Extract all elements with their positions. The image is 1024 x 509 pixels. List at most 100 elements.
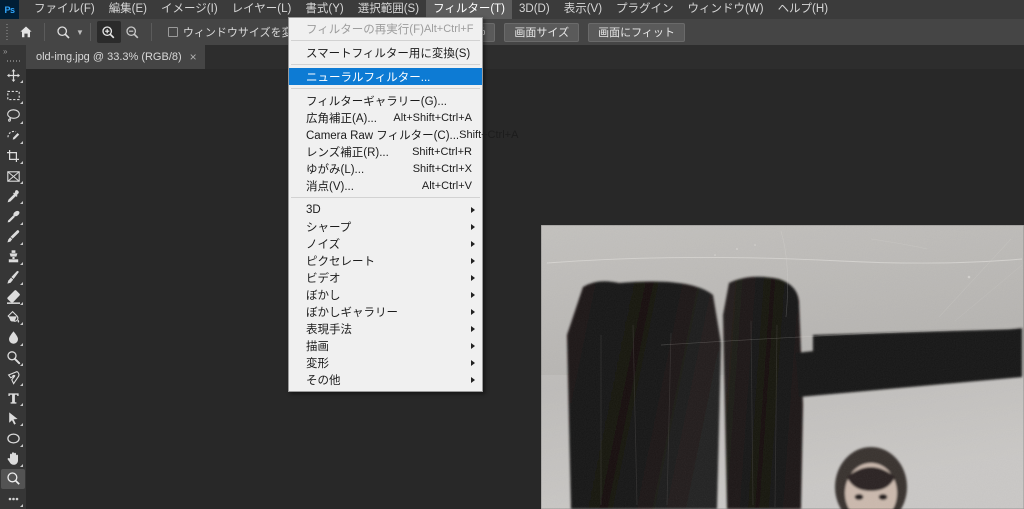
clone-stamp-tool[interactable]: [1, 247, 25, 267]
tool-options-bar: ▼ ウィンドウサイズを変更 全ウィンドウをズーム: [0, 19, 1024, 45]
filter-menu-item-label: 広角補正(A)...: [306, 112, 377, 125]
menu-separator: [291, 64, 480, 65]
filter-menu-item-20[interactable]: 表現手法: [289, 320, 482, 337]
menubar-item-10[interactable]: ウィンドウ(W): [681, 0, 771, 19]
brush-tool[interactable]: [1, 227, 25, 247]
filter-menu-item-4[interactable]: ニューラルフィルター...: [289, 68, 482, 85]
filter-menu-item-label: ニューラルフィルター...: [306, 71, 431, 84]
filter-menu-item-label: フィルターの再実行(F): [306, 23, 424, 36]
type-tool[interactable]: [1, 388, 25, 408]
filter-menu-item-0: フィルターの再実行(F) Alt+Ctrl+F: [289, 20, 482, 37]
eraser-tool[interactable]: [1, 287, 25, 307]
filter-menu-item-shortcut: Alt+Shift+Ctrl+A: [393, 111, 472, 124]
hand-tool[interactable]: [1, 449, 25, 469]
path-selection-tool[interactable]: [1, 408, 25, 428]
checkbox-resize-windows[interactable]: ウィンドウサイズを変更: [167, 24, 304, 40]
filter-menu-item-17[interactable]: ビデオ: [289, 269, 482, 286]
gradient-tool[interactable]: [1, 307, 25, 327]
chevron-right-icon: [471, 325, 475, 332]
close-icon[interactable]: ×: [190, 51, 197, 63]
document-tab[interactable]: old-img.jpg @ 33.3% (RGB/8) ×: [26, 45, 206, 69]
marquee-tool[interactable]: [1, 85, 25, 105]
zoom-in-icon[interactable]: [96, 21, 121, 43]
menubar-item-9[interactable]: プラグイン: [609, 0, 681, 19]
pen-tool[interactable]: [1, 368, 25, 388]
chevron-right-icon: [471, 359, 475, 366]
zoom-tool-icon[interactable]: [51, 21, 75, 43]
filter-menu-item-7[interactable]: 広角補正(A)... Alt+Shift+Ctrl+A: [289, 109, 482, 126]
filter-menu-item-shortcut: Shift+Ctrl+A: [459, 128, 519, 141]
filter-menu-item-label: ピクセレート: [306, 255, 375, 268]
filter-menu-item-6[interactable]: フィルターギャラリー(G)...: [289, 92, 482, 109]
eyedropper-tool[interactable]: [1, 186, 25, 206]
filter-menu-item-15[interactable]: ノイズ: [289, 235, 482, 252]
filter-menu-item-11[interactable]: 消点(V)... Alt+Ctrl+V: [289, 177, 482, 194]
options-bar-grip[interactable]: [3, 19, 10, 45]
chevron-right-icon: [471, 376, 475, 383]
filter-menu-item-shortcut: Shift+Ctrl+X: [412, 162, 472, 175]
filter-menu-item-label: 消点(V)...: [306, 180, 354, 193]
button-fit-screen-size[interactable]: 画面サイズ: [504, 22, 580, 42]
menu-separator: [291, 88, 480, 89]
quick-selection-tool[interactable]: [1, 126, 25, 146]
filter-menu-item-19[interactable]: ぼかしギャラリー: [289, 303, 482, 320]
document-tab-bar: old-img.jpg @ 33.3% (RGB/8) ×: [0, 45, 1024, 69]
edit-toolbar-icon[interactable]: [1, 489, 25, 509]
filter-menu-item-9[interactable]: レンズ補正(R)... Shift+Ctrl+R: [289, 143, 482, 160]
tools-panel-grip[interactable]: [0, 57, 26, 65]
history-brush-tool[interactable]: [1, 267, 25, 287]
filter-menu-item-label: 3D: [306, 203, 321, 216]
filter-menu-item-22[interactable]: 変形: [289, 354, 482, 371]
filter-menu-item-10[interactable]: ゆがみ(L)... Shift+Ctrl+X: [289, 160, 482, 177]
chevron-right-icon: [471, 206, 475, 213]
menubar-item-11[interactable]: ヘルプ(H): [771, 0, 835, 19]
filter-menu-item-label: フィルターギャラリー(G)...: [306, 95, 447, 108]
chevron-right-icon: [471, 291, 475, 298]
ellipse-tool[interactable]: [1, 428, 25, 448]
dodge-tool[interactable]: [1, 348, 25, 368]
healing-brush-tool[interactable]: [1, 206, 25, 226]
filter-menu-item-8[interactable]: Camera Raw フィルター(C)... Shift+Ctrl+A: [289, 126, 518, 143]
menubar-item-8[interactable]: 表示(V): [557, 0, 609, 19]
filter-menu-item-shortcut: Alt+Ctrl+V: [421, 179, 472, 192]
blur-tool[interactable]: [1, 327, 25, 347]
filter-menu-item-label: Camera Raw フィルター(C)...: [306, 129, 460, 142]
filter-menu-item-21[interactable]: 描画: [289, 337, 482, 354]
old-photo-graphic: [541, 225, 1024, 509]
filter-menu-item-label: ぼかし: [306, 289, 341, 302]
home-icon[interactable]: [14, 21, 38, 43]
expand-panel-icon[interactable]: »: [0, 47, 26, 57]
move-tool[interactable]: [1, 65, 25, 85]
document-image[interactable]: [541, 225, 1024, 509]
menu-bar: Ps ファイル(F) 編集(E) イメージ(I) レイヤー(L) 書式(Y) 選択範囲(S…: [0, 0, 1024, 19]
checkbox-resize-windows-box[interactable]: [167, 27, 178, 37]
tool-preset-chevron-down-icon[interactable]: ▼: [76, 28, 84, 37]
menubar-item-7[interactable]: 3D(D): [512, 0, 557, 19]
options-separator-1: [44, 23, 45, 41]
menubar-item-2[interactable]: イメージ(I): [154, 0, 225, 19]
zoom-tool[interactable]: [1, 468, 25, 489]
zoom-out-icon[interactable]: [121, 21, 145, 43]
menubar-item-1[interactable]: 編集(E): [102, 0, 154, 19]
filter-menu-item-18[interactable]: ぼかし: [289, 286, 482, 303]
filter-menu-item-13[interactable]: 3D: [289, 201, 482, 218]
menubar-item-0[interactable]: ファイル(F): [27, 0, 102, 19]
filter-menu-item-label: その他: [306, 374, 341, 387]
filter-menu-item-14[interactable]: シャープ: [289, 218, 482, 235]
filter-menu-item-label: ゆがみ(L)...: [306, 163, 365, 176]
button-fit-to-screen[interactable]: 画面にフィット: [588, 22, 685, 42]
filter-menu-item-2[interactable]: スマートフィルター用に変換(S): [289, 44, 482, 61]
crop-tool[interactable]: [1, 146, 25, 166]
filter-menu-item-label: 描画: [306, 340, 329, 353]
filter-menu-item-16[interactable]: ピクセレート: [289, 252, 482, 269]
tools-panel: »: [0, 45, 26, 509]
filter-dropdown-menu[interactable]: フィルターの再実行(F) Alt+Ctrl+F スマートフィルター用に変換(S) ニュ…: [288, 17, 518, 392]
options-separator-2: [89, 23, 91, 41]
lasso-tool[interactable]: [1, 106, 25, 126]
chevron-right-icon: [471, 240, 475, 247]
filter-menu-item-label: レンズ補正(R)...: [306, 146, 389, 159]
frame-tool[interactable]: [1, 166, 25, 186]
photoshop-window: Ps ファイル(F) 編集(E) イメージ(I) レイヤー(L) 書式(Y) 選択範囲(S…: [0, 0, 1024, 509]
canvas-area[interactable]: [26, 69, 1024, 509]
filter-menu-item-23[interactable]: その他: [289, 371, 482, 388]
